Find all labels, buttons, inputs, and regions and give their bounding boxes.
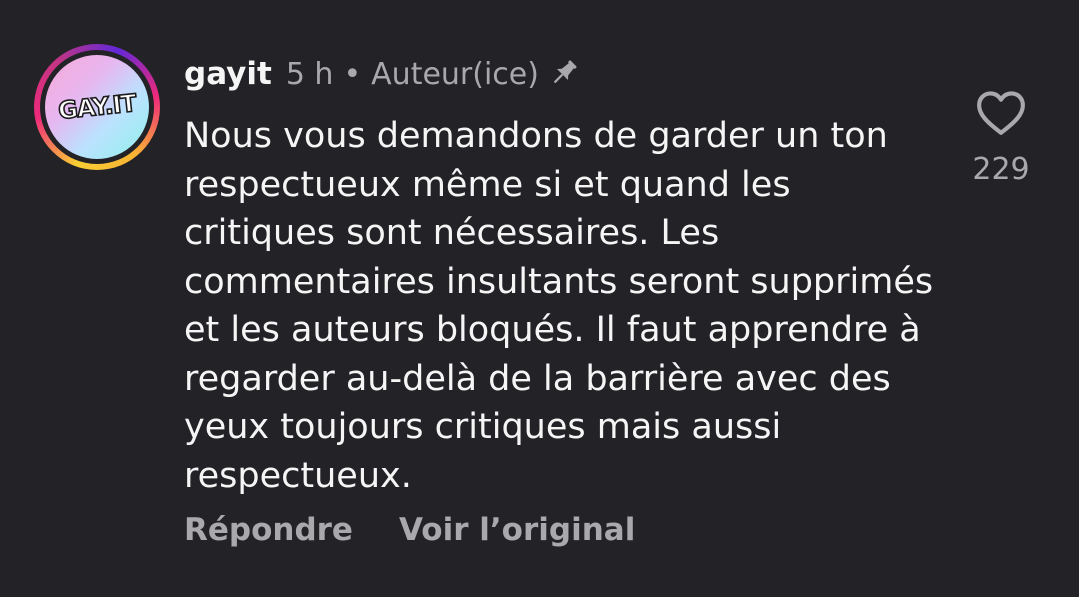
- avatar[interactable]: GAY.IT: [34, 44, 160, 170]
- author-badge: Auteur(ice): [371, 57, 539, 92]
- separator-dot: •: [343, 57, 362, 92]
- avatar-image: GAY.IT: [45, 55, 149, 159]
- like-count: 229: [972, 152, 1030, 187]
- username[interactable]: gayit: [184, 56, 272, 92]
- comment-text: Nous vous demandons de garder un ton res…: [184, 116, 934, 496]
- like-control: 229: [960, 90, 1042, 187]
- comment-actions: Répondre Voir l’original: [184, 512, 681, 548]
- heart-icon[interactable]: [976, 90, 1026, 136]
- avatar-logo-text: GAY.IT: [56, 88, 138, 126]
- reply-button[interactable]: Répondre: [184, 512, 353, 548]
- comment: GAY.IT gayit 5 h • Auteur(ice) Nous vous…: [0, 0, 1079, 597]
- comment-header: gayit 5 h • Auteur(ice): [184, 50, 581, 92]
- pin-icon: [547, 56, 581, 90]
- see-original-button[interactable]: Voir l’original: [399, 512, 635, 548]
- timestamp: 5 h: [285, 57, 334, 92]
